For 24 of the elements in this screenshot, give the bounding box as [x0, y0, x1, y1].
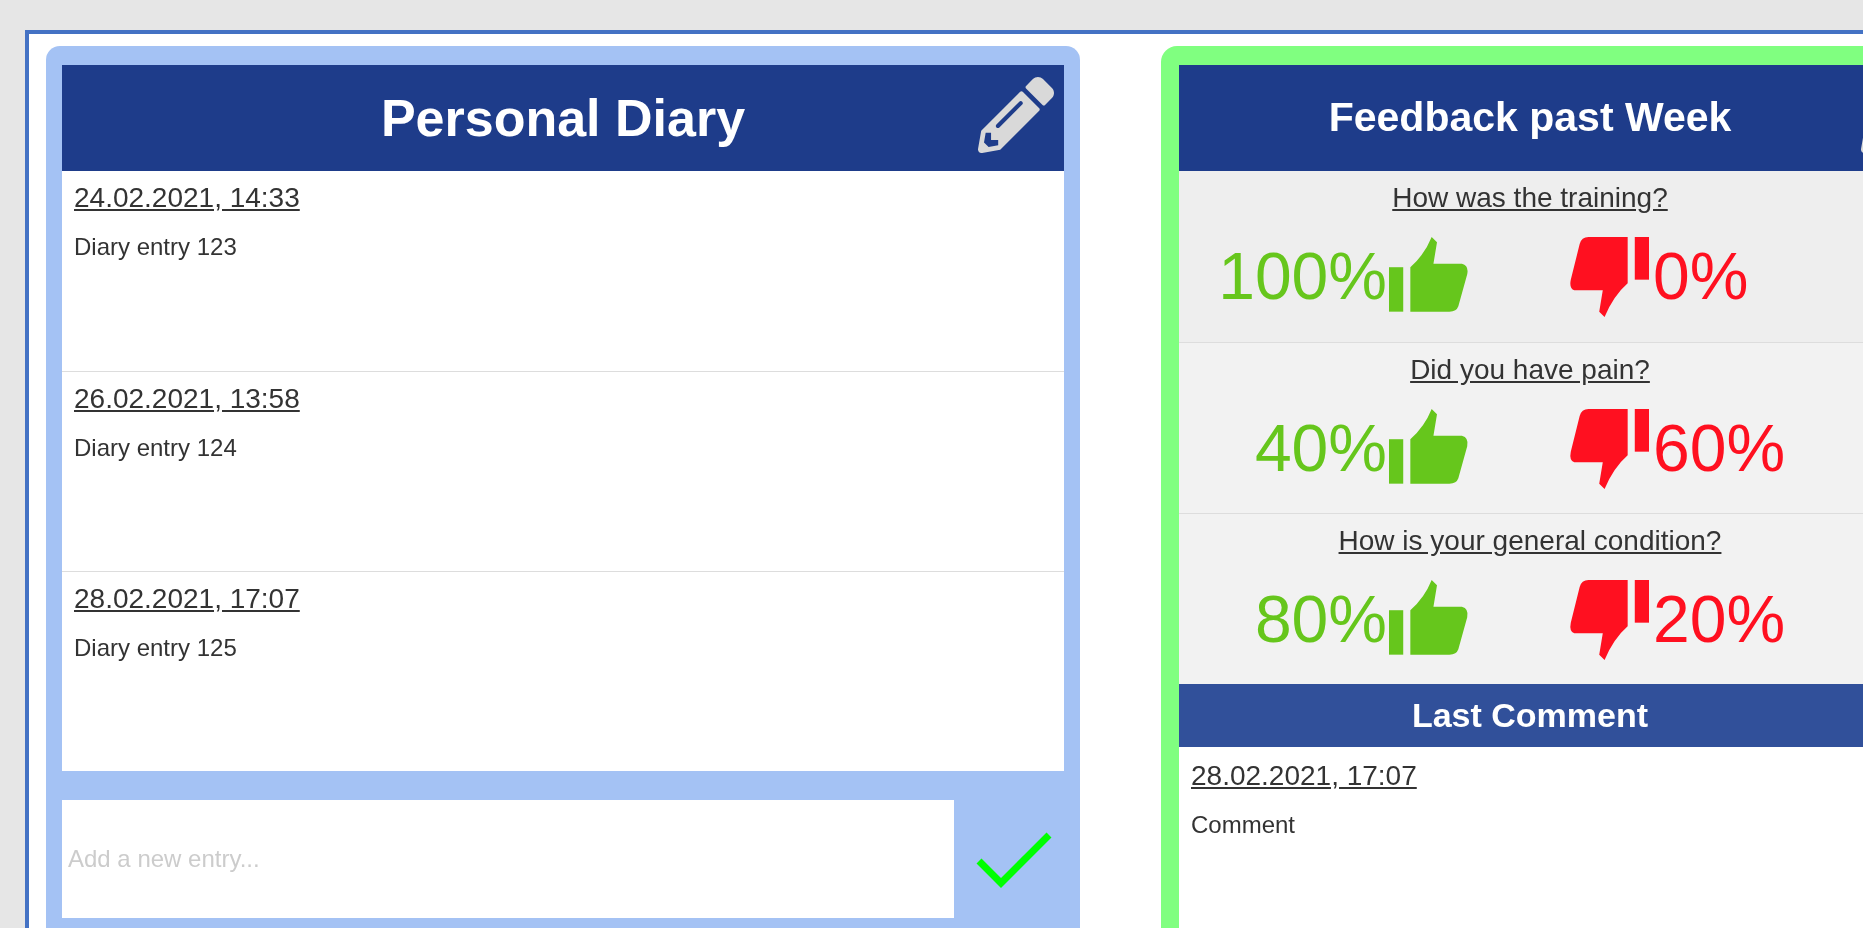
positive-percentage: 100%: [1218, 238, 1387, 315]
entry-date[interactable]: 24.02.2021, 14:33: [74, 177, 300, 219]
thumbs-down-icon: [1569, 236, 1649, 317]
question-link[interactable]: How was the training?: [1392, 177, 1668, 219]
positive-percentage: 80%: [1254, 581, 1387, 658]
diary-title: Personal Diary: [380, 88, 746, 149]
positive-percentage: 40%: [1254, 410, 1387, 487]
entry-date[interactable]: 26.02.2021, 13:58: [74, 378, 300, 420]
entry-text: Diary entry 125: [74, 633, 237, 663]
pencil-icon[interactable]: [978, 77, 1054, 153]
negative-percentage: 0%: [1653, 238, 1749, 315]
question-link[interactable]: How is your general condition?: [1338, 520, 1722, 562]
negative-percentage: 60%: [1653, 410, 1786, 487]
negative-percentage: 20%: [1653, 581, 1786, 658]
question-link[interactable]: Did you have pain?: [1410, 349, 1650, 391]
comment-title: Last Comment: [1411, 695, 1649, 736]
entry-text: Diary entry 124: [74, 433, 237, 463]
entry-text: Diary entry 123: [74, 232, 237, 262]
comment-text: Comment: [1191, 810, 1296, 840]
comment-date[interactable]: 28.02.2021, 17:07: [1191, 755, 1417, 797]
thumbs-down-icon: [1569, 408, 1649, 489]
thumbs-down-icon: [1569, 579, 1649, 660]
entry-date[interactable]: 28.02.2021, 17:07: [74, 578, 300, 620]
feedback-title: Feedback past Week: [1328, 93, 1732, 143]
